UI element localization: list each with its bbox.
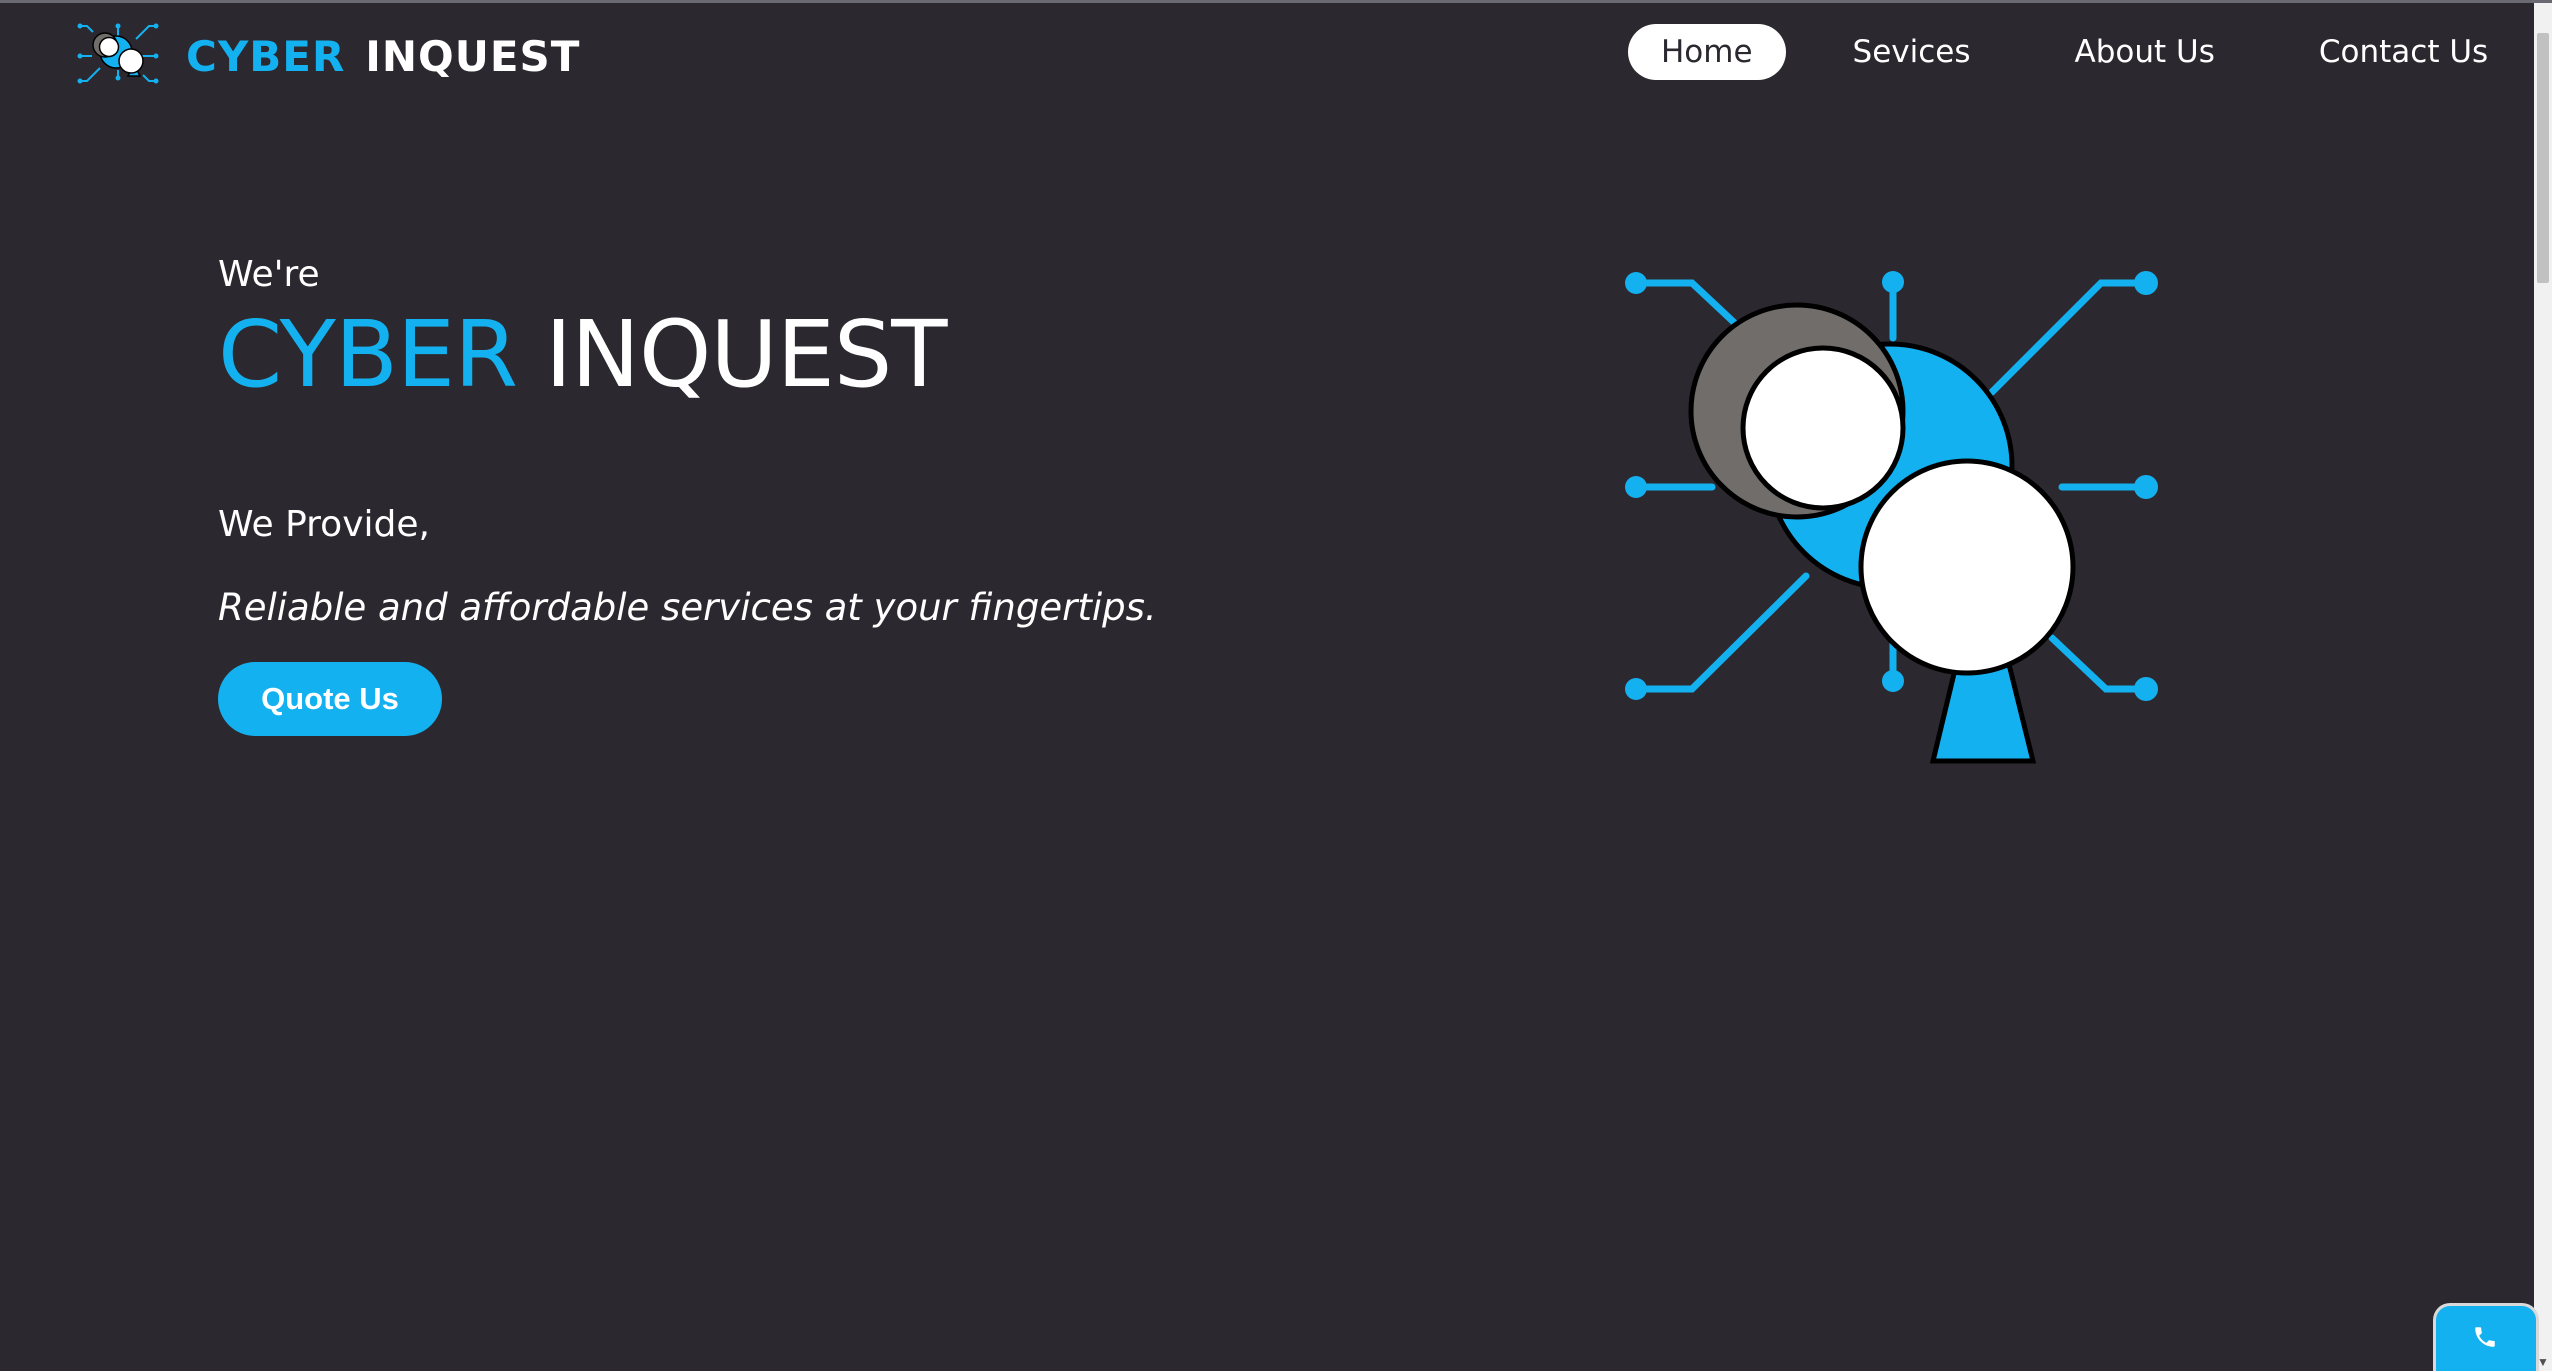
brand-name-part1: CYBER [186, 31, 346, 81]
cyber-inquest-illustration [1625, 271, 2158, 764]
hero-provide-text: We Provide, [218, 504, 430, 545]
brand-link[interactable]: CYBER INQUEST [76, 18, 580, 94]
phone-icon [2475, 1327, 2495, 1347]
hero-title: CYBER INQUEST [218, 300, 1318, 410]
hero-title-part2: INQUEST [545, 301, 947, 408]
floating-call-button[interactable] [2436, 1306, 2536, 1371]
scrollbar-thumb[interactable] [2537, 33, 2549, 283]
brand-name: CYBER INQUEST [186, 32, 580, 81]
main-nav: Home Sevices About Us Contact Us [1628, 24, 2521, 80]
nav-home[interactable]: Home [1628, 24, 1786, 80]
hero-title-part1: CYBER [218, 301, 518, 408]
nav-about-us[interactable]: About Us [2042, 24, 2248, 80]
brand-name-part2: INQUEST [365, 31, 581, 81]
page-scrollbar[interactable]: ▼ [2534, 3, 2552, 1371]
quote-us-button[interactable]: Quote Us [218, 662, 442, 736]
nav-contact-us[interactable]: Contact Us [2286, 24, 2521, 80]
scroll-down-arrow-icon[interactable]: ▼ [2534, 1353, 2552, 1371]
window-top-border [0, 0, 2552, 3]
hero-tagline: Reliable and affordable services at your… [218, 586, 1157, 629]
hero-intro: We're [218, 254, 320, 295]
hero-section: We're CYBER INQUEST We Provide, Reliable … [218, 250, 1318, 736]
nav-services[interactable]: Sevices [1820, 24, 2004, 80]
cyber-inquest-logo-icon [77, 23, 159, 84]
